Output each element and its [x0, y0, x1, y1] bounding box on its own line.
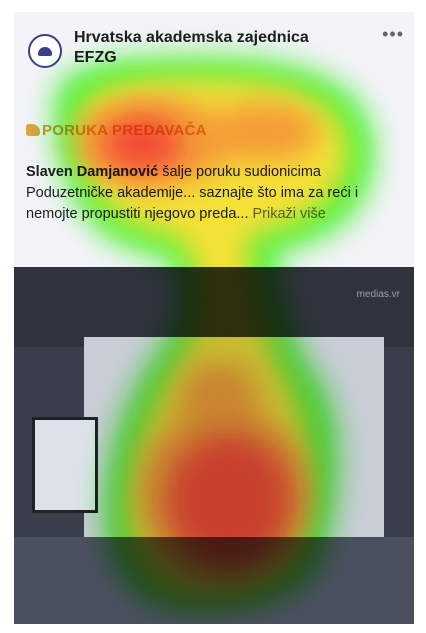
page-name[interactable]: Hrvatska akademska zajednica EFZG	[74, 28, 354, 68]
video-player[interactable]: medias.vr	[14, 267, 414, 624]
post-header: Hrvatska akademska zajednica EFZG •••	[14, 12, 414, 102]
video-ceiling	[14, 267, 414, 347]
see-more-link[interactable]: Prikaži više	[253, 206, 326, 222]
logo-icon	[38, 47, 52, 56]
video-watermark: medias.vr	[356, 289, 400, 300]
mentioned-author[interactable]: Slaven Damjanović	[26, 164, 158, 180]
post-text: Slaven Damjanović šalje poruku sudionici…	[26, 162, 408, 225]
headline-text: PORUKA PREDAVAČA	[42, 122, 207, 139]
page-avatar[interactable]	[28, 34, 62, 68]
pin-icon	[26, 124, 40, 136]
more-options-icon[interactable]: •••	[382, 24, 404, 45]
facebook-post-card: Hrvatska akademska zajednica EFZG ••• PO…	[14, 12, 414, 624]
video-window	[32, 417, 98, 513]
video-wall	[84, 337, 384, 537]
video-floor	[14, 537, 414, 624]
post-headline: PORUKA PREDAVAČA	[26, 122, 207, 139]
